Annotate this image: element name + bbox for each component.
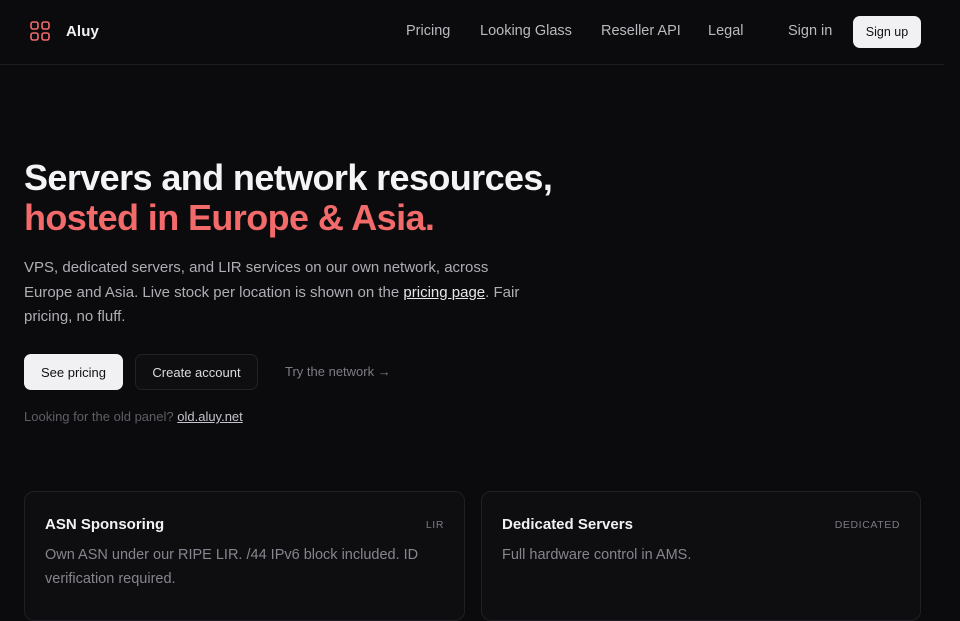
card-title: ASN Sponsoring: [45, 516, 165, 533]
card-description: Full hardware control in AMS.: [502, 547, 692, 563]
grid-logo-icon: [30, 21, 50, 41]
sign-in-link[interactable]: Sign in: [788, 23, 832, 39]
create-account-button[interactable]: Create account: [135, 354, 258, 390]
see-pricing-button[interactable]: See pricing: [24, 354, 123, 390]
brand[interactable]: Aluy: [30, 21, 99, 41]
card-title: Dedicated Servers: [502, 516, 633, 533]
hero-description: VPS, dedicated servers, and LIR services…: [24, 256, 534, 330]
card-tag: DEDICATED: [834, 519, 900, 531]
card-tag: LIR: [425, 519, 444, 531]
nav-link-pricing[interactable]: Pricing: [406, 23, 450, 39]
hero-section: Servers and network resources, hosted in…: [24, 158, 584, 345]
nav-link-looking-glass[interactable]: Looking Glass: [480, 23, 572, 39]
hero-title-line1: Servers and network resources,: [24, 157, 553, 198]
hero-title-line2: hosted in Europe & Asia.: [24, 197, 435, 238]
old-panel-link[interactable]: old.aluy.net: [177, 409, 243, 424]
top-navigation-bar: Aluy Pricing Looking Glass Reseller API …: [0, 0, 944, 65]
service-card-dedicated-servers[interactable]: Dedicated Servers DEDICATED Full hardwar…: [481, 491, 921, 621]
brand-name: Aluy: [66, 22, 99, 40]
nav-link-legal[interactable]: Legal: [708, 23, 743, 39]
card-description: Own ASN under our RIPE LIR. /44 IPv6 blo…: [45, 547, 419, 587]
hero-title: Servers and network resources, hosted in…: [24, 158, 584, 238]
nav-link-reseller-api[interactable]: Reseller API: [601, 23, 681, 39]
service-card-asn-sponsoring[interactable]: ASN Sponsoring LIR Own ASN under our RIP…: [24, 491, 465, 621]
sign-up-button[interactable]: Sign up: [853, 16, 921, 48]
old-panel-note: Looking for the old panel? old.aluy.net: [24, 409, 243, 424]
old-panel-text: Looking for the old panel?: [24, 409, 174, 424]
try-network-link[interactable]: Try the network →: [285, 364, 391, 379]
pricing-page-link[interactable]: pricing page: [403, 284, 485, 301]
